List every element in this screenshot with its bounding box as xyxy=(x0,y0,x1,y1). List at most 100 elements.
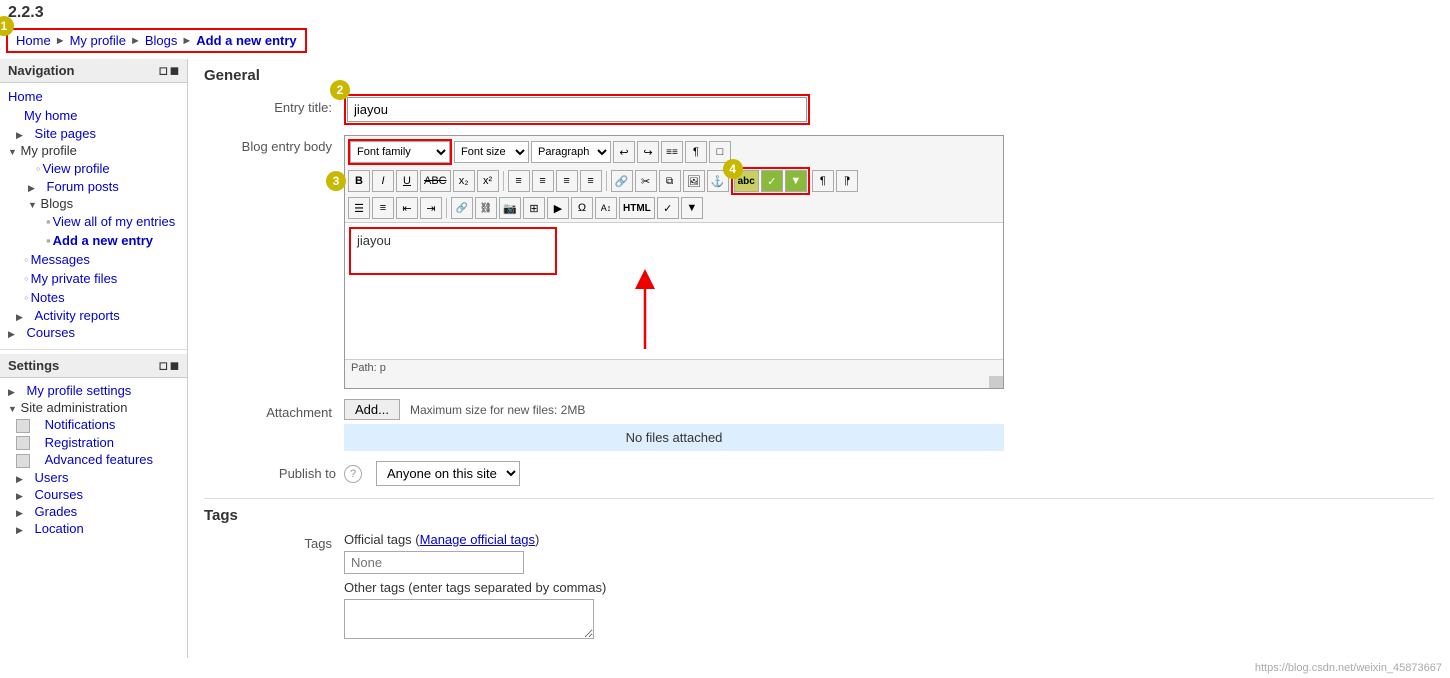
insert-image-btn2[interactable]: 📷 xyxy=(499,197,521,219)
breadcrumb-home[interactable]: Home xyxy=(16,33,51,48)
align-right-btn[interactable]: ≡ xyxy=(556,170,578,192)
sidebar-item-notes[interactable]: ◦Notes xyxy=(16,289,187,306)
annotation-2: 2 xyxy=(330,80,350,100)
insert-link-btn[interactable]: 🔗 xyxy=(451,197,473,219)
breadcrumb-myprofile[interactable]: My profile xyxy=(70,33,126,48)
publish-label: Publish to xyxy=(204,466,344,481)
ltr-btn[interactable]: ¶ xyxy=(836,170,858,192)
manage-official-tags-link[interactable]: Manage official tags xyxy=(420,532,535,547)
blogs-arrow: ▼ xyxy=(28,200,37,210)
sidebar-item-addnewentry[interactable]: ▪Add a new entry xyxy=(38,232,187,249)
sidebar-item-home[interactable]: Home xyxy=(0,88,187,105)
siteadmin-arrow: ▼ xyxy=(8,404,17,414)
image-btn[interactable]: 🖼 xyxy=(683,170,705,192)
sidebar-item-grades[interactable]: Grades xyxy=(27,503,86,520)
sidebar-item-forumposts[interactable]: Forum posts xyxy=(39,178,127,195)
navigation-section-header: Navigation ◻ ◼ xyxy=(0,59,187,83)
red-arrow xyxy=(615,269,695,349)
underline-btn[interactable]: U xyxy=(396,170,418,192)
copy-btn[interactable]: ⧉ xyxy=(659,170,681,192)
unordered-list-btn[interactable]: ☰ xyxy=(348,197,370,219)
font-size-select[interactable]: Font size xyxy=(454,141,529,163)
sidebar-item-courses[interactable]: Courses xyxy=(19,324,83,341)
align-center-btn[interactable]: ≡ xyxy=(532,170,554,192)
sidebar-item-activityreports[interactable]: Activity reports xyxy=(27,307,128,324)
notifications-icon xyxy=(16,419,30,433)
settings-expand-icon[interactable]: ◼ xyxy=(170,359,179,372)
font-family-select[interactable]: Font family xyxy=(350,141,450,163)
sidebar-item-users[interactable]: Users xyxy=(27,469,77,486)
advancedfeatures-icon xyxy=(16,454,30,468)
breadcrumb-addentry[interactable]: Add a new entry xyxy=(196,33,296,48)
spell-dropdown-btn[interactable]: ▼ xyxy=(785,170,807,192)
link-btn[interactable]: 🔗 xyxy=(611,170,633,192)
media-btn[interactable]: ▶ xyxy=(547,197,569,219)
strikethrough-btn[interactable]: ABC xyxy=(420,170,451,192)
align-justify-btn[interactable]: ≡ xyxy=(580,170,602,192)
nav-expand-icon[interactable]: ◼ xyxy=(170,64,179,77)
align-left-btn[interactable]: ≡ xyxy=(508,170,530,192)
myprofile-arrow: ▼ xyxy=(8,147,17,157)
sidebar-item-viewprofile[interactable]: ◦View profile xyxy=(28,160,187,177)
resize-handle[interactable] xyxy=(989,376,1003,388)
publish-select[interactable]: Anyone on this site Only me xyxy=(376,461,520,486)
location-arrow: ▶ xyxy=(16,525,23,535)
unlink-btn[interactable]: ⛓ xyxy=(475,197,497,219)
cut-btn[interactable]: ✂ xyxy=(635,170,657,192)
special-char-btn[interactable]: ¶ xyxy=(685,141,707,163)
ordered-list-btn[interactable]: ≡ xyxy=(372,197,394,219)
undo-btn[interactable]: ↩ xyxy=(613,141,635,163)
omega-btn[interactable]: Ω xyxy=(571,197,593,219)
bold-btn[interactable]: B xyxy=(348,170,370,192)
breadcrumb-blogs[interactable]: Blogs xyxy=(145,33,178,48)
paragraph-select[interactable]: Paragraph xyxy=(531,141,611,163)
tags-none-input[interactable] xyxy=(344,551,524,574)
tags-label: Tags xyxy=(204,532,344,551)
sidebar-item-location[interactable]: Location xyxy=(27,520,92,537)
entry-title-input[interactable] xyxy=(347,97,807,122)
sidebar-item-advancedfeatures[interactable]: Advanced features xyxy=(37,451,161,468)
settings-collapse-icon[interactable]: ◻ xyxy=(159,359,168,372)
editor-body[interactable]: jiayou xyxy=(353,231,553,271)
indent-btn[interactable]: ⇥ xyxy=(420,197,442,219)
spell-check-btn[interactable]: ✓ xyxy=(761,170,783,192)
find-btn[interactable]: ≡≡ xyxy=(661,141,683,163)
publish-help-icon[interactable]: ? xyxy=(344,465,362,483)
dropdown2-btn[interactable]: ▼ xyxy=(681,197,703,219)
italic-btn[interactable]: I xyxy=(372,170,394,192)
table-btn[interactable]: ⊞ xyxy=(523,197,545,219)
breadcrumb-arrow-1: ► xyxy=(55,35,66,47)
sidebar-item-myhome[interactable]: My home xyxy=(16,107,187,124)
sidebar-item-messages[interactable]: ◦Messages xyxy=(16,251,187,268)
rtl-btn[interactable]: ¶ xyxy=(812,170,834,192)
top-version: 2.2.3 xyxy=(0,0,1450,26)
settings-section-header: Settings ◻ ◼ xyxy=(0,354,187,378)
superscript-btn[interactable]: x² xyxy=(477,170,499,192)
sidebar-item-myprivatefiles[interactable]: ◦My private files xyxy=(16,270,187,287)
sidebar-item-sitepages[interactable]: Site pages xyxy=(27,125,104,142)
add-attachment-button[interactable]: Add... xyxy=(344,399,400,420)
char2-btn[interactable]: A↕ xyxy=(595,197,617,219)
sidebar-item-settings-courses[interactable]: Courses xyxy=(27,486,91,503)
sidebar-item-notifications[interactable]: Notifications xyxy=(37,416,124,433)
registration-icon xyxy=(16,436,30,450)
blog-entry-body-label: Blog entry body xyxy=(204,135,344,154)
sidebar-item-myprofilesettings[interactable]: My profile settings xyxy=(19,382,140,399)
nav-collapse-icon[interactable]: ◻ xyxy=(159,64,168,77)
sitepages-arrow: ▶ xyxy=(16,130,23,140)
entry-title-label: Entry title: xyxy=(204,94,344,115)
sidebar-item-siteadmin: Site administration xyxy=(21,400,128,415)
redo-btn[interactable]: ↪ xyxy=(637,141,659,163)
check2-btn[interactable]: ✓ xyxy=(657,197,679,219)
outdent-btn[interactable]: ⇤ xyxy=(396,197,418,219)
attachment-label: Attachment xyxy=(204,399,344,420)
html-btn[interactable]: HTML xyxy=(619,197,655,219)
general-section-title: General xyxy=(204,67,1434,84)
subscript-btn[interactable]: x₂ xyxy=(453,170,475,192)
tags-section-title: Tags xyxy=(204,498,1434,524)
sidebar-item-blogs: Blogs xyxy=(41,196,74,211)
other-tags-input[interactable] xyxy=(344,599,594,639)
sidebar-item-viewallentries[interactable]: ▪View all of my entries xyxy=(38,213,187,230)
annotation-4: 4 xyxy=(723,159,743,179)
sidebar-item-registration[interactable]: Registration xyxy=(37,434,122,451)
